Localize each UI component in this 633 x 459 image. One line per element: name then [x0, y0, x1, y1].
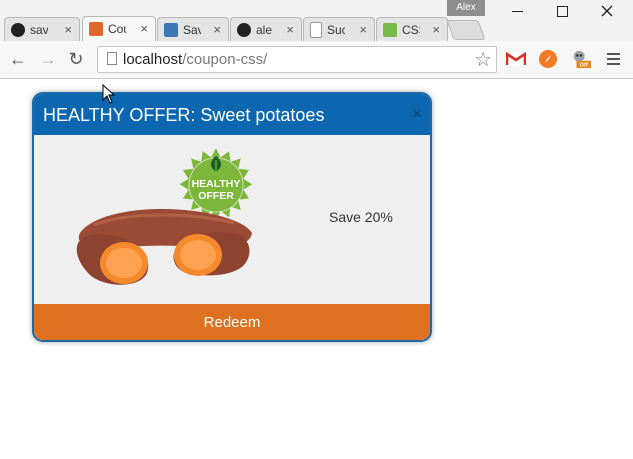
tab-title: Suc [327, 22, 345, 37]
browser-toolbar: ← → ↻ localhost/coupon-css/ ☆ Off [0, 41, 633, 79]
redeem-button[interactable]: Redeem [34, 304, 430, 340]
badge-line1: HEALTHY [192, 178, 241, 190]
gmail-icon [506, 52, 526, 66]
reload-button[interactable]: ↻ [66, 49, 86, 69]
browser-titlebar: Alex sav × Cou × Sav × ale × [0, 0, 633, 41]
tab-title: ale [256, 22, 273, 37]
url-path: /coupon-css/ [182, 51, 268, 68]
blue-square-icon [164, 22, 178, 37]
coupon-title: HEALTHY OFFER: Sweet potatoes [43, 105, 325, 125]
github-icon [237, 22, 251, 37]
star-icon[interactable]: ☆ [474, 47, 492, 72]
menu-icon [606, 53, 620, 65]
sweet-potatoes-image [76, 209, 253, 285]
tab-github-sav[interactable]: sav × [4, 17, 80, 41]
tab-title: Sav [183, 22, 201, 37]
tab-github-ale[interactable]: ale × [230, 17, 302, 41]
chrome-menu-button[interactable] [603, 49, 623, 69]
robot-badge-text: Off [580, 63, 588, 69]
new-tab-button[interactable] [446, 20, 486, 40]
back-button[interactable]: ← [8, 49, 28, 69]
close-icon[interactable]: × [412, 104, 422, 124]
github-icon [11, 22, 25, 37]
reload-icon: ↻ [68, 48, 84, 69]
tab-close-icon[interactable]: × [64, 22, 72, 37]
tab-title: CSS [402, 22, 420, 37]
coupon-body: HEALTHY OFFER Save 20% [34, 135, 430, 305]
profile-badge[interactable]: Alex [447, 0, 485, 16]
tab-close-icon[interactable]: × [286, 22, 294, 37]
tab-sav[interactable]: Sav × [157, 17, 229, 41]
robot-extension-button[interactable]: Off [571, 49, 591, 69]
page-icon [310, 21, 322, 38]
tab-close-icon[interactable]: × [213, 22, 221, 37]
compass-icon [539, 50, 557, 68]
badge-line2: OFFER [198, 190, 234, 202]
tab-suc[interactable]: Suc × [303, 17, 375, 41]
gmail-extension-button[interactable] [506, 49, 526, 69]
compass-extension-button[interactable] [538, 49, 558, 69]
coupon-popup: HEALTHY OFFER: Sweet potatoes × HEALTHY … [32, 92, 432, 342]
arrow-right-icon: → [39, 48, 57, 69]
tab-close-icon[interactable]: × [140, 21, 148, 36]
xampp-icon [89, 22, 103, 36]
tab-css[interactable]: CSS × [376, 17, 448, 41]
tab-coupon[interactable]: Cou × [82, 16, 156, 41]
tab-strip: sav × Cou × Sav × ale × Suc × CSS × [0, 15, 633, 41]
tab-title: sav [30, 22, 48, 37]
arrow-left-icon: ← [9, 48, 27, 69]
address-bar[interactable]: localhost/coupon-css/ ☆ [97, 46, 497, 73]
page-icon [107, 52, 117, 65]
discount-text: Save 20% [329, 209, 393, 225]
robot-extension-icon: Off [573, 50, 591, 69]
coupon-header: HEALTHY OFFER: Sweet potatoes × [34, 94, 430, 135]
tab-close-icon[interactable]: × [359, 22, 367, 37]
url-host: localhost [123, 51, 183, 68]
mouse-cursor-icon [102, 84, 116, 104]
minimize-icon [511, 10, 523, 12]
tab-close-icon[interactable]: × [432, 22, 440, 37]
tab-title: Cou [108, 22, 126, 36]
css-icon [383, 22, 397, 37]
forward-button[interactable]: → [38, 49, 58, 69]
url-text[interactable]: localhost/coupon-css/ [123, 51, 267, 68]
